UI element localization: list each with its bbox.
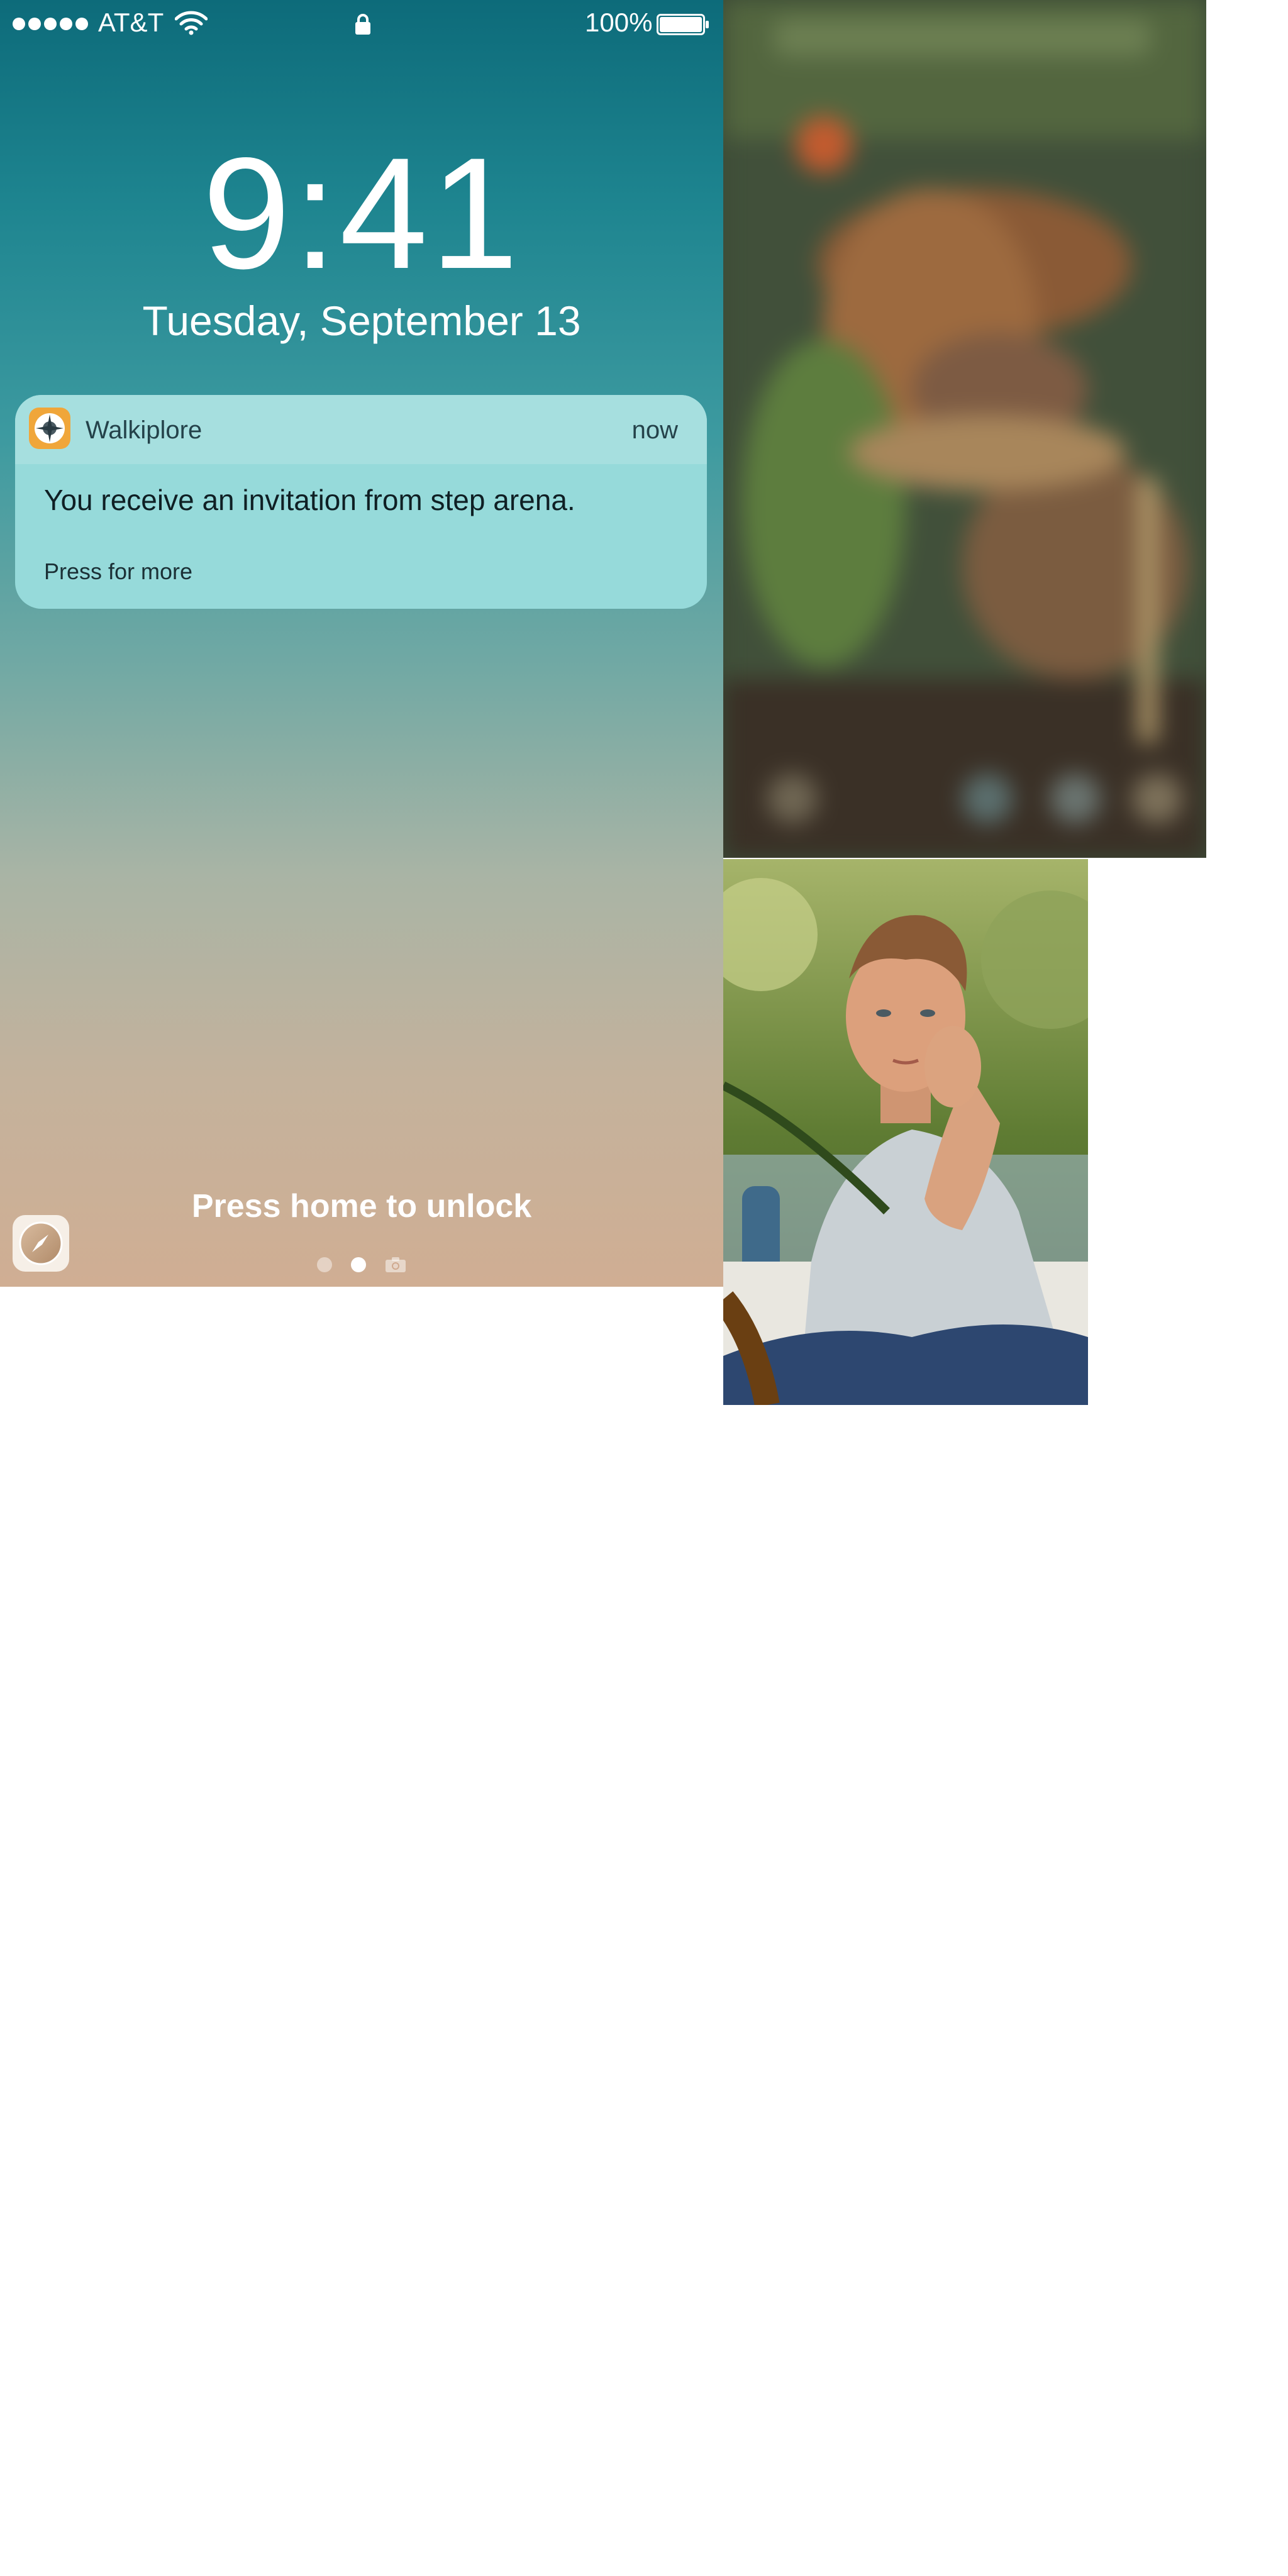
notification-timestamp: now xyxy=(631,416,678,444)
notification-message: You receive an invitation from step aren… xyxy=(44,484,575,516)
portrait-illustration xyxy=(723,859,1088,1405)
lock-screen: AT&T 100% 9:41 Tuesday, September 13 Wal… xyxy=(0,0,723,1287)
portrait-photo xyxy=(723,859,1088,1405)
notification-action-hint: Press for more xyxy=(44,558,193,584)
blurred-game-scene xyxy=(723,0,1206,858)
notification-card[interactable]: Walkiplore now You receive an invitation… xyxy=(15,395,707,609)
carrier-label: AT&T xyxy=(98,8,164,37)
page-dot-active[interactable] xyxy=(351,1257,366,1272)
battery-percent: 100% xyxy=(585,8,653,37)
camera-icon[interactable] xyxy=(385,1257,406,1273)
wifi-icon xyxy=(175,11,208,35)
page-dot[interactable] xyxy=(317,1257,332,1272)
blurred-app-screenshot xyxy=(723,0,1206,858)
page-indicator xyxy=(0,1257,723,1273)
lock-icon xyxy=(355,14,370,35)
signal-dots-icon xyxy=(13,18,88,30)
clock-time: 9:41 xyxy=(202,125,521,302)
notification-app-name: Walkiplore xyxy=(86,416,203,444)
notification-header: Walkiplore now xyxy=(15,395,707,464)
compass-icon xyxy=(29,408,70,449)
clock-date: Tuesday, September 13 xyxy=(142,297,581,344)
battery-icon xyxy=(657,14,709,35)
unlock-hint: Press home to unlock xyxy=(191,1188,532,1224)
status-bar: AT&T 100% xyxy=(0,0,723,49)
